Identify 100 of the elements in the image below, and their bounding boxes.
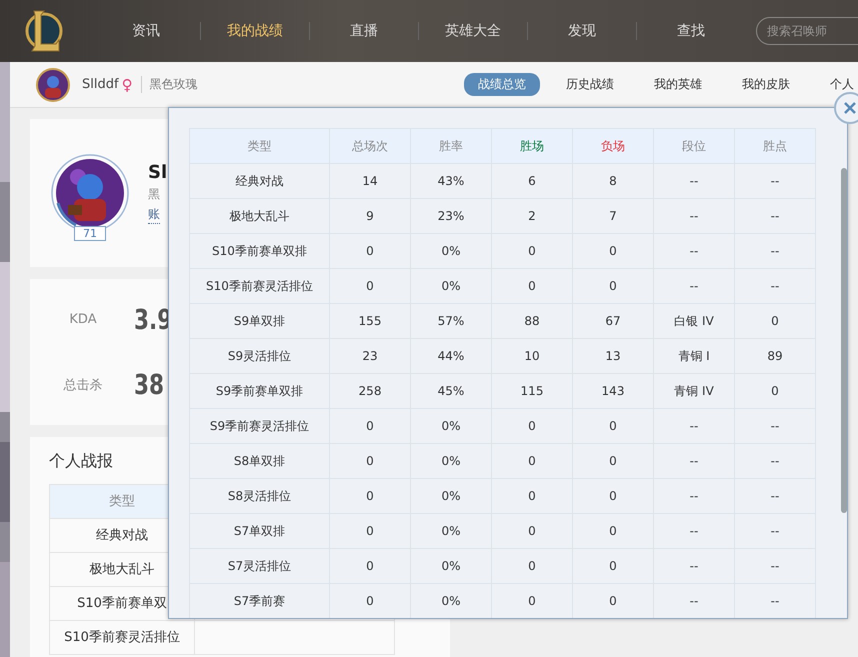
table-cell: -- [654, 444, 734, 478]
avatar-icon [36, 68, 70, 102]
column-header: 胜率 [410, 128, 492, 164]
table-cell: 9 [330, 198, 410, 234]
table-cell: 2 [492, 198, 572, 234]
table-cell: 0 [492, 478, 572, 514]
table-cell: 88 [492, 304, 572, 338]
table-cell: 0% [410, 548, 492, 584]
table-cell: 0 [330, 478, 410, 514]
table-cell: -- [734, 408, 816, 444]
table-cell: S9灵活排位 [190, 338, 330, 374]
table-cell: -- [654, 164, 734, 198]
section-title: 个人战报 [49, 451, 113, 472]
stat-label: 总击杀 [62, 376, 104, 394]
table-cell: 14 [330, 164, 410, 198]
table-cell: -- [734, 198, 816, 234]
table-cell: 0 [492, 514, 572, 548]
table-cell: 0 [492, 408, 572, 444]
tab[interactable]: 战绩总览 [464, 73, 540, 96]
table-cell: 57% [410, 304, 492, 338]
nav-link[interactable]: 查找 [637, 22, 745, 40]
column-header: 段位 [654, 128, 734, 164]
table-cell: S10季前赛灵活排位 [50, 620, 194, 654]
table-cell: S10季前赛灵活排位 [190, 268, 330, 304]
table-cell: 极地大乱斗 [190, 198, 330, 234]
table-cell: -- [734, 164, 816, 198]
player-name: Sllddf [82, 77, 119, 92]
table-cell: S9季前赛灵活排位 [190, 408, 330, 444]
table-cell: 0 [572, 268, 654, 304]
table-cell: 0 [330, 234, 410, 268]
table-cell: 经典对战 [190, 164, 330, 198]
nav-link[interactable]: 资讯 [92, 22, 201, 40]
table-cell: 青铜 IV [654, 374, 734, 408]
table-cell: S7季前赛 [190, 584, 330, 618]
column-header: 总场次 [330, 128, 410, 164]
table-cell: 0 [330, 268, 410, 304]
table-cell: -- [654, 268, 734, 304]
level-badge: 71 [74, 226, 106, 241]
table-cell: 0 [572, 478, 654, 514]
table-cell: -- [654, 478, 734, 514]
table-cell: 青铜 I [654, 338, 734, 374]
info-text: 黑 [148, 186, 161, 203]
table-cell: 0% [410, 478, 492, 514]
table-cell: 115 [492, 374, 572, 408]
table-cell: S7灵活排位 [190, 548, 330, 584]
table-cell: 0% [410, 444, 492, 478]
table-cell: 0 [330, 514, 410, 548]
account-link[interactable]: 账 [148, 206, 160, 224]
table-cell: S10季前赛单双排 [190, 234, 330, 268]
table-cell: 0 [572, 548, 654, 584]
table-cell: -- [734, 268, 816, 304]
table-cell: 0 [572, 514, 654, 548]
table-cell: -- [734, 234, 816, 268]
close-icon [843, 101, 857, 115]
table-cell: -- [734, 444, 816, 478]
table-cell: 0 [492, 234, 572, 268]
table-cell: 89 [734, 338, 816, 374]
table-cell: 13 [572, 338, 654, 374]
gender-icon: ♀ [122, 76, 133, 94]
table-cell: 7 [572, 198, 654, 234]
tab[interactable]: 我的皮肤 [728, 73, 804, 96]
table-cell: 0 [734, 304, 816, 338]
table-cell: 143 [572, 374, 654, 408]
table-cell: -- [734, 514, 816, 548]
table-cell: -- [654, 234, 734, 268]
table-cell: S8单双排 [190, 444, 330, 478]
table-cell: 0 [572, 234, 654, 268]
column-header: 负场 [572, 128, 654, 164]
table-cell: 0 [572, 408, 654, 444]
table-cell: 0 [330, 444, 410, 478]
tab[interactable]: 我的英雄 [640, 73, 716, 96]
table-cell: 258 [330, 374, 410, 408]
tab[interactable]: 历史战绩 [552, 73, 628, 96]
table-cell: 0 [492, 444, 572, 478]
table-cell: S7单双排 [190, 514, 330, 548]
nav-link[interactable]: 英雄大全 [419, 22, 528, 40]
table-cell: 155 [330, 304, 410, 338]
scrollbar[interactable] [841, 168, 847, 513]
table-cell: 45% [410, 374, 492, 408]
table-cell: 白银 IV [654, 304, 734, 338]
nav-link[interactable]: 直播 [310, 22, 419, 40]
nav-link[interactable]: 我的战绩 [201, 22, 310, 40]
table-cell: -- [734, 478, 816, 514]
table-cell: 23 [330, 338, 410, 374]
table-cell: 0 [734, 374, 816, 408]
table-cell: -- [654, 198, 734, 234]
table-cell: 0 [572, 444, 654, 478]
stat-label: KDA [68, 312, 98, 327]
table-cell: 0% [410, 268, 492, 304]
table-cell: 10 [492, 338, 572, 374]
server-name: 黑色玫瑰 [140, 76, 198, 93]
search-field[interactable]: 搜索召唤师 [756, 17, 858, 45]
table-cell: 23% [410, 198, 492, 234]
table-cell: 67 [572, 304, 654, 338]
nav-link[interactable]: 发现 [528, 22, 637, 40]
tab[interactable]: 个人 [816, 73, 858, 96]
table-cell: 0 [492, 548, 572, 584]
table-cell: -- [734, 548, 816, 584]
table-cell: 0% [410, 234, 492, 268]
column-header: 类型 [190, 128, 330, 164]
